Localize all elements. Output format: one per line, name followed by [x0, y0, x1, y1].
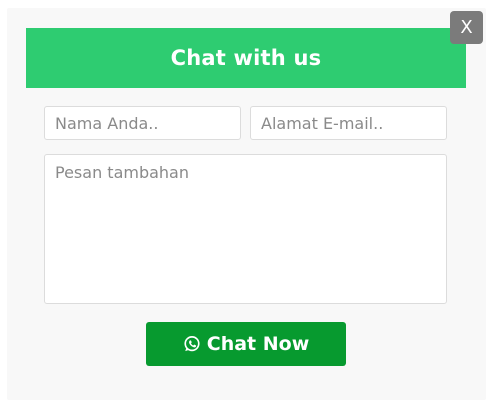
email-input[interactable] — [250, 106, 447, 140]
close-label: X — [460, 17, 473, 38]
chat-now-button[interactable]: Chat Now — [146, 322, 346, 366]
message-textarea[interactable] — [44, 154, 447, 304]
chat-header: Chat with us — [26, 28, 466, 88]
chat-title: Chat with us — [170, 46, 322, 70]
chat-now-label: Chat Now — [206, 333, 310, 355]
name-input[interactable] — [44, 106, 241, 140]
whatsapp-icon — [183, 335, 201, 353]
close-button[interactable]: X — [450, 11, 483, 44]
